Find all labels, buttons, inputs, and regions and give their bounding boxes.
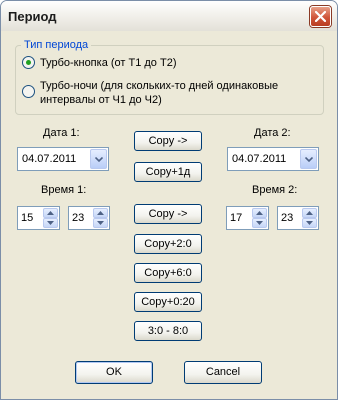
arrow-up-icon — [47, 211, 54, 215]
time1-hours-value: 15 — [21, 212, 34, 224]
arrow-up-icon — [97, 211, 104, 215]
date1-value: 04.07.2011 — [22, 153, 77, 165]
date1-dropdown-button[interactable] — [90, 149, 107, 169]
radio-turbo-button-label: Турбо-кнопка (от Т1 до Т2) — [40, 57, 177, 69]
date1-label: Дата 1: — [43, 127, 80, 139]
time2-minutes-up-button[interactable] — [302, 208, 317, 218]
date1-picker[interactable]: 04.07.2011 — [17, 147, 109, 171]
radio-turbo-nights-label-line2: интервалы от Ч1 до Ч2) — [40, 94, 162, 106]
arrow-down-icon — [256, 221, 263, 225]
radio-turbo-button[interactable]: Турбо-кнопка (от Т1 до Т2) — [22, 56, 177, 70]
time2-minutes-value: 23 — [281, 212, 294, 224]
radio-turbo-nights-label-line1: Турбо-ночи (для скольких-то дней одинако… — [40, 80, 279, 92]
copy-plus-6h-button[interactable]: Copy+6:0 — [134, 263, 202, 283]
time1-hours-up-button[interactable] — [43, 208, 58, 218]
copy-plus-2h-button[interactable]: Copy+2:0 — [134, 234, 202, 254]
arrow-down-icon — [97, 221, 104, 225]
time2-hours-down-button[interactable] — [252, 218, 267, 228]
copy-date-button[interactable]: Copy -> — [134, 131, 202, 151]
arrow-down-icon — [306, 221, 313, 225]
time1-minutes-down-button[interactable] — [93, 218, 108, 228]
night-range-button[interactable]: 3:0 - 8:0 — [134, 321, 202, 341]
time2-hours-value: 17 — [230, 212, 243, 224]
time1-minutes-value: 23 — [72, 212, 85, 224]
radio-turbo-button-indicator[interactable] — [22, 56, 35, 69]
cancel-button[interactable]: Cancel — [184, 361, 262, 384]
date2-value: 04.07.2011 — [232, 153, 287, 165]
arrow-down-icon — [47, 221, 54, 225]
time2-hours-spinner[interactable]: 17 — [226, 206, 269, 230]
time1-hours-down-button[interactable] — [43, 218, 58, 228]
arrow-up-icon — [256, 211, 263, 215]
arrow-up-icon — [306, 211, 313, 215]
time1-hours-spinner[interactable]: 15 — [17, 206, 60, 230]
time1-label: Время 1: — [41, 184, 87, 196]
close-button[interactable] — [310, 6, 331, 27]
copy-plus-day-button[interactable]: Copy+1д — [134, 162, 202, 182]
radio-turbo-nights-label: Турбо-ночи (для скольких-то дней одинако… — [40, 79, 278, 107]
date2-picker[interactable]: 04.07.2011 — [227, 147, 319, 171]
time2-minutes-down-button[interactable] — [302, 218, 317, 228]
time2-minutes-spinner[interactable]: 23 — [277, 206, 319, 230]
title-bar[interactable]: Период — [1, 1, 337, 31]
chevron-down-icon — [95, 157, 103, 162]
time2-label: Время 2: — [252, 184, 298, 196]
copy-time-button[interactable]: Copy -> — [134, 204, 202, 224]
radio-turbo-nights-indicator[interactable] — [22, 85, 35, 98]
time1-minutes-spinner[interactable]: 23 — [68, 206, 110, 230]
radio-turbo-nights[interactable]: Турбо-ночи (для скольких-то дней одинако… — [22, 79, 278, 107]
time1-minutes-up-button[interactable] — [93, 208, 108, 218]
period-dialog: Период Тип периода Турбо-кнопка (от Т1 д… — [0, 0, 338, 400]
close-icon — [315, 11, 326, 22]
window-title: Период — [8, 9, 57, 24]
date2-dropdown-button[interactable] — [300, 149, 317, 169]
time2-hours-up-button[interactable] — [252, 208, 267, 218]
ok-button[interactable]: OK — [75, 361, 153, 384]
date2-label: Дата 2: — [254, 127, 291, 139]
period-type-group-label: Тип периода — [21, 39, 92, 51]
copy-plus-20min-button[interactable]: Copy+0:20 — [134, 292, 202, 312]
chevron-down-icon — [305, 157, 313, 162]
